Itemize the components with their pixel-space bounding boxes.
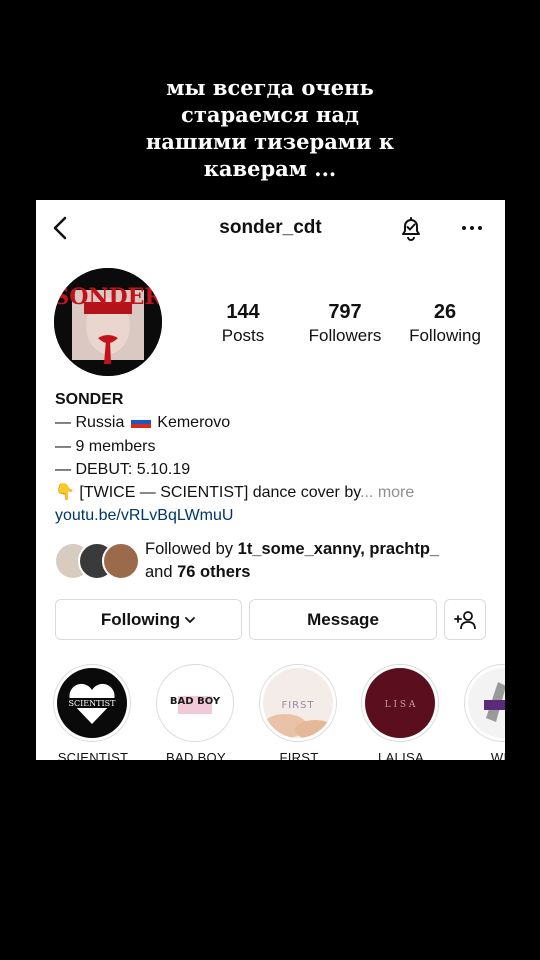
- caption-line: стараемся над: [181, 102, 359, 127]
- caption-line: нашими тизерами к: [145, 129, 395, 154]
- story-caption: мы всегда очень стараемся над нашими тиз…: [0, 74, 540, 182]
- following-button[interactable]: Following: [55, 599, 242, 640]
- highlight-cover-text: BAD BOY: [170, 696, 221, 707]
- stat-value: 26: [433, 301, 457, 323]
- highlight-cover: [468, 668, 505, 738]
- profile-username: sonder_cdt: [219, 217, 322, 238]
- stat-label: Followers: [308, 326, 382, 345]
- highlight-label: SCIENTIST: [57, 750, 129, 760]
- highlight-ring: [464, 664, 505, 742]
- add-user-button[interactable]: [444, 599, 486, 640]
- highlight-ring: SCIENTIST: [53, 664, 131, 742]
- highlight-ring: L I S A: [361, 664, 439, 742]
- bio-text: Kemerovo: [157, 414, 231, 432]
- stat-label: Posts: [221, 326, 265, 345]
- avatar-logo-text: SONDER: [54, 284, 162, 310]
- stat-value: 144: [226, 301, 260, 323]
- followed-by-others: 76 others: [177, 563, 251, 581]
- highlight-cover: BAD BOY: [160, 668, 230, 738]
- bio-line-members: — 9 members: [55, 437, 156, 455]
- add-user-icon: [453, 609, 477, 631]
- bio-more-link[interactable]: ... more: [360, 484, 414, 501]
- highlight-label: WIN: [490, 750, 505, 760]
- highlight-first[interactable]: FIRST FIRST: [259, 664, 339, 760]
- chevron-down-icon: [184, 615, 196, 625]
- followed-by-text[interactable]: Followed by 1t_some_xanny, prachtp_ and …: [145, 538, 439, 584]
- highlight-label: FIRST: [279, 750, 319, 760]
- highlight-label: BAD BOY: [166, 750, 226, 760]
- avatar: [102, 542, 140, 580]
- highlight-cover-text: FIRST: [281, 700, 314, 711]
- profile-screenshot: sonder_cdt SONDER 144 Posts 797 Follower…: [36, 200, 505, 760]
- highlight-cover: L I S A: [365, 668, 435, 738]
- bell-check-icon[interactable]: [397, 214, 425, 242]
- stat-label: Following: [409, 326, 481, 345]
- followed-by-users: 1t_some_xanny, prachtp_: [237, 540, 440, 558]
- bio-text: — Russia: [55, 414, 125, 432]
- highlight-ring: BAD BOY: [156, 664, 234, 742]
- highlight-lalisa[interactable]: L I S A LALISA: [361, 664, 441, 760]
- stat-following[interactable]: 26 Following: [400, 300, 490, 348]
- profile-display-name: SONDER: [55, 391, 124, 408]
- bio-line-location: — Russia Kemerovo: [55, 411, 414, 434]
- highlight-bad-boy[interactable]: BAD BOY BAD BOY: [156, 664, 236, 760]
- highlight-cover: FIRST: [263, 668, 333, 738]
- stat-value: 797: [328, 301, 362, 323]
- russia-flag-icon: [130, 412, 152, 429]
- highlight-label: LALISA: [378, 750, 424, 760]
- message-label: Message: [307, 609, 379, 629]
- top-bar: sonder_cdt: [36, 200, 505, 256]
- profile-bio: SONDER — Russia Kemerovo — 9 members — D…: [55, 388, 414, 528]
- stat-followers[interactable]: 797 Followers: [300, 300, 390, 348]
- caption-line: каверам ...: [203, 156, 337, 181]
- highlight-win[interactable]: WIN: [464, 664, 505, 760]
- bio-text: 👇 [TWICE — SCIENTIST] dance cover by: [55, 484, 361, 502]
- caption-line: мы всегда очень: [166, 75, 374, 100]
- bio-line-debut: — DEBUT: 5.10.19: [55, 460, 191, 478]
- highlight-cover-text: L I S A: [385, 700, 416, 710]
- highlight-scientist[interactable]: SCIENTIST SCIENTIST: [53, 664, 133, 760]
- avatar[interactable]: SONDER: [54, 268, 162, 376]
- stat-posts[interactable]: 144 Posts: [198, 300, 288, 348]
- highlight-cover-text: SCIENTIST: [69, 699, 117, 708]
- highlight-ring: FIRST: [259, 664, 337, 742]
- bio-link[interactable]: youtu.be/vRLvBqLWmuU: [55, 504, 414, 527]
- ellipsis-icon[interactable]: [460, 214, 484, 242]
- followed-by-prefix: Followed by: [145, 540, 234, 558]
- following-label: Following: [100, 609, 181, 629]
- highlight-cover: SCIENTIST: [57, 668, 127, 738]
- followed-by-and: and: [145, 563, 173, 581]
- bio-line-cover: 👇 [TWICE — SCIENTIST] dance cover by... …: [55, 481, 414, 504]
- message-button[interactable]: Message: [249, 599, 437, 640]
